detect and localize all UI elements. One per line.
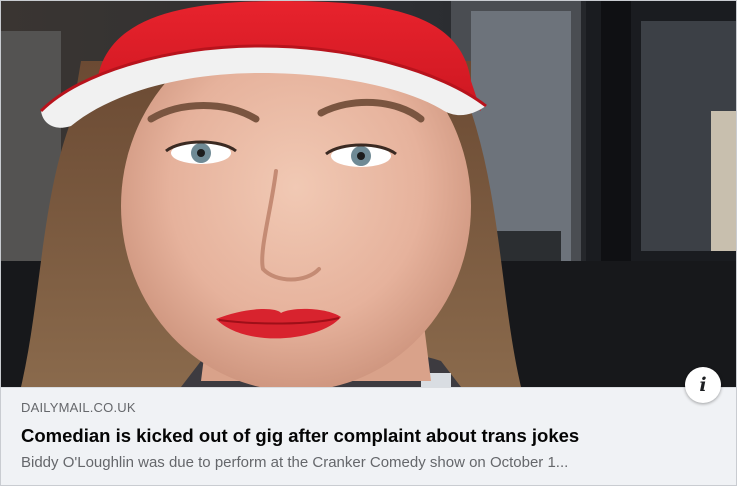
article-description: Biddy O'Loughlin was due to perform at t… <box>21 454 569 471</box>
link-preview-card[interactable]: i DAILYMAIL.CO.UK Comedian is kicked out… <box>0 0 737 486</box>
info-icon: i <box>699 374 707 396</box>
link-caption[interactable]: DAILYMAIL.CO.UK Comedian is kicked out o… <box>1 387 736 485</box>
info-button[interactable]: i <box>685 367 721 403</box>
source-domain: DAILYMAIL.CO.UK <box>21 400 136 415</box>
article-image[interactable] <box>1 1 736 387</box>
article-headline[interactable]: Comedian is kicked out of gig after comp… <box>21 424 716 448</box>
selfie-photo <box>1 1 736 387</box>
